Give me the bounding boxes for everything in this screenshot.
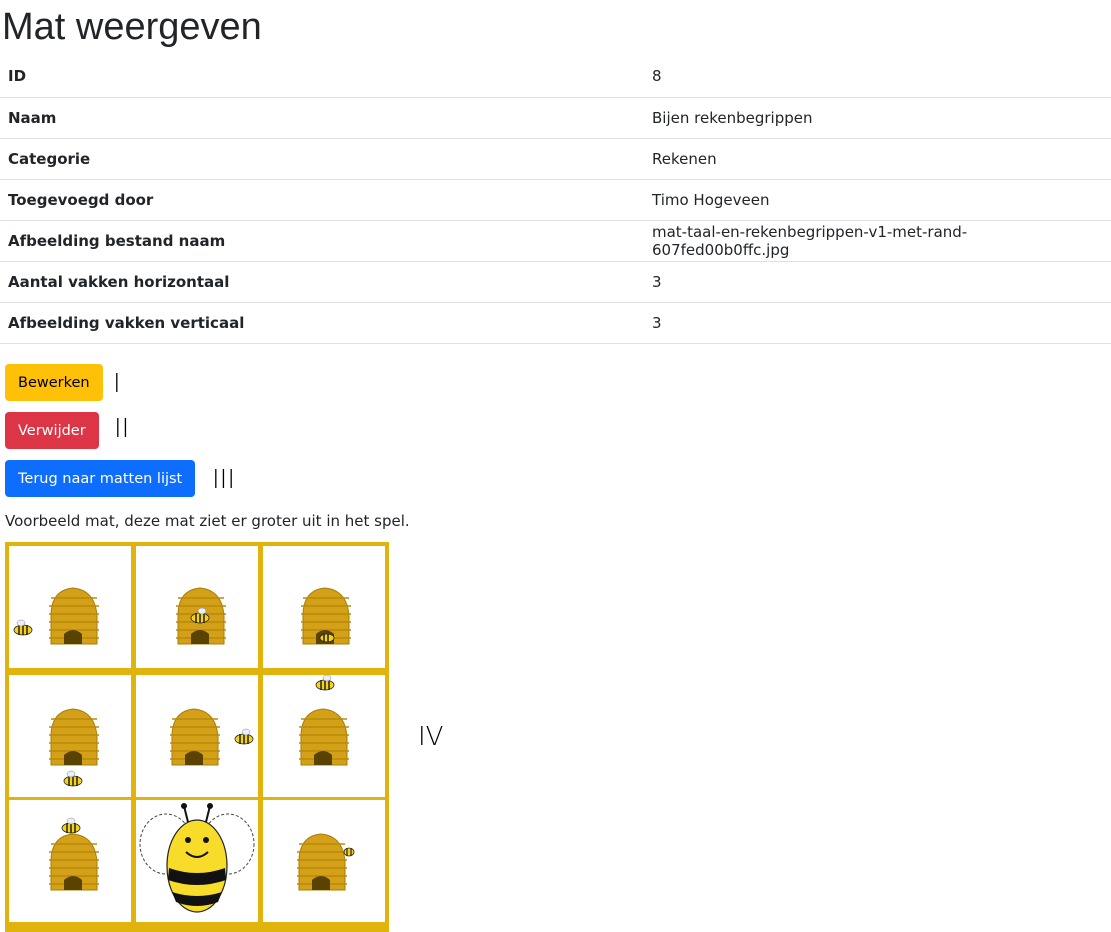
table-row: Afbeelding vakken verticaal 3: [0, 302, 1111, 343]
row-value-added-by: Timo Hogeveen: [652, 190, 770, 209]
mat-cell: [9, 800, 131, 922]
mat-cell: [263, 546, 385, 668]
bee-icon: [61, 817, 81, 834]
table-row: ID 8: [0, 56, 1111, 97]
back-to-list-button[interactable]: Terug naar matten lijst: [5, 460, 196, 497]
mat-cell: [136, 800, 258, 922]
delete-button[interactable]: Verwijder: [5, 412, 99, 449]
row-label-id: ID: [8, 67, 27, 86]
table-row: Aantal vakken horizontaal 3: [0, 261, 1111, 302]
mat-cell: [263, 675, 385, 797]
details-table: ID 8 Naam Bijen rekenbegrippen Categorie…: [0, 56, 1111, 344]
row-value-id: 8: [652, 67, 662, 86]
bee-icon: [234, 728, 254, 745]
row-label-image-filename: Afbeelding bestand naam: [8, 231, 226, 250]
bee-icon: [319, 633, 335, 643]
mat-cell: [136, 546, 258, 668]
bee-icon: [315, 675, 335, 691]
row-label-name: Naam: [8, 108, 57, 127]
marker-two: II: [114, 414, 130, 444]
row-value-columns: 3: [652, 272, 662, 291]
table-row: Categorie Rekenen: [0, 138, 1111, 179]
page: Mat weergeven ID 8 Naam Bijen rekenbegri…: [0, 0, 1111, 932]
row-value-rows: 3: [652, 313, 662, 332]
table-row: Afbeelding bestand naam mat-taal-en-reke…: [0, 220, 1111, 261]
beehive-icon: [49, 708, 99, 766]
mat-cell: [9, 546, 131, 668]
marker-three: III: [212, 465, 236, 495]
mat-cell: [136, 675, 258, 797]
row-label-rows: Afbeelding vakken verticaal: [8, 313, 245, 332]
bee-icon: [13, 619, 33, 636]
beehive-icon: [299, 708, 349, 766]
marker-four: IV: [418, 722, 444, 752]
mat-cell: [9, 675, 131, 797]
cartoon-bee-icon: [139, 803, 255, 913]
row-label-added-by: Toegevoegd door: [8, 190, 154, 209]
beehive-icon: [49, 587, 99, 645]
edit-button[interactable]: Bewerken: [5, 364, 103, 401]
mat-preview-image: [5, 542, 389, 932]
page-title: Mat weergeven: [2, 6, 262, 48]
row-label-columns: Aantal vakken horizontaal: [8, 272, 230, 291]
row-label-category: Categorie: [8, 149, 91, 168]
beehive-icon: [170, 708, 220, 766]
row-value-image-filename: mat-taal-en-rekenbegrippen-v1-met-rand-6…: [652, 222, 968, 259]
preview-caption: Voorbeeld mat, deze mat ziet er groter u…: [5, 512, 410, 530]
bee-icon: [63, 770, 83, 787]
bee-icon: [343, 847, 355, 857]
table-row: Naam Bijen rekenbegrippen: [0, 97, 1111, 138]
row-value-name: Bijen rekenbegrippen: [652, 108, 813, 127]
marker-one: I: [113, 369, 121, 399]
beehive-icon: [49, 833, 99, 891]
row-value-category: Rekenen: [652, 149, 717, 168]
beehive-icon: [297, 833, 347, 891]
mat-cell: [263, 800, 385, 922]
table-row: Toegevoegd door Timo Hogeveen: [0, 179, 1111, 220]
